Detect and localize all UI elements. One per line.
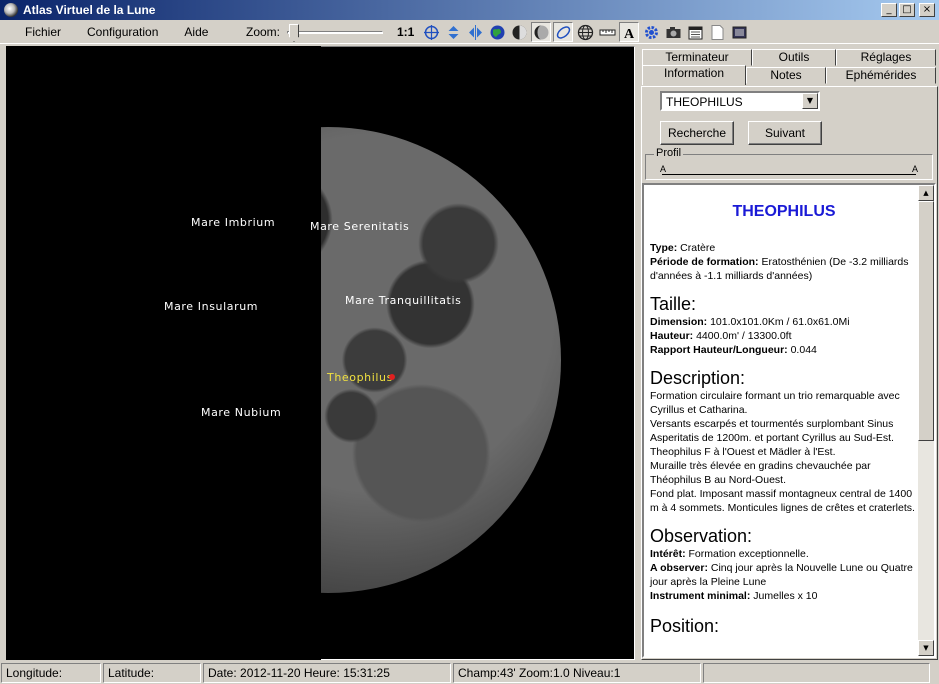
info-hauteur: Hauteur: 4400.0m' / 13300.0ft — [650, 330, 792, 342]
profil-marker-end: A — [911, 164, 918, 174]
svg-text:A: A — [624, 27, 635, 41]
flip-vertical-icon[interactable] — [443, 22, 463, 42]
tab-information[interactable]: Information — [642, 65, 746, 85]
ellipse-icon[interactable] — [553, 22, 573, 42]
map-label-mare-tranquillitatis[interactable]: Mare Tranquillitatis — [345, 294, 461, 307]
formation-select-value: THEOPHILUS — [666, 95, 743, 109]
profil-label: Profil — [654, 147, 684, 159]
next-button[interactable]: Suivant — [748, 121, 822, 145]
maximize-button[interactable]: □ — [899, 3, 915, 17]
moon-app-icon — [4, 3, 18, 17]
side-panel: Terminateur Outils Réglages Information … — [639, 46, 939, 660]
info-content: THEOPHILUS Type: Cratère Période de form… — [650, 193, 918, 637]
gear-icon[interactable] — [641, 22, 661, 42]
tab-notes[interactable]: Notes — [746, 67, 826, 84]
map-label-mare-nubium[interactable]: Mare Nubium — [201, 406, 281, 419]
zoom-value: 1:1 — [397, 25, 415, 39]
info-scrollbar[interactable]: ▲ ▼ — [918, 185, 934, 656]
menu-fichier[interactable]: Fichier — [12, 20, 74, 44]
tab-ephemerides[interactable]: Ephémérides — [826, 67, 936, 84]
map-label-mare-serenitatis[interactable]: Mare Serenitatis — [310, 220, 409, 233]
status-datetime: Date: 2012-11-20 Heure: 15:31:25 — [203, 663, 451, 683]
menu-configuration[interactable]: Configuration — [74, 20, 171, 44]
calendar-icon[interactable] — [685, 22, 705, 42]
document-icon[interactable] — [707, 22, 727, 42]
window-controls: _ □ × — [881, 3, 935, 17]
zoom-slider-thumb[interactable] — [289, 24, 299, 42]
scroll-thumb[interactable] — [918, 201, 934, 441]
theophilus-marker[interactable] — [389, 374, 395, 380]
ruler-icon[interactable] — [597, 22, 617, 42]
window-title: Atlas Virtuel de la Lune — [23, 3, 156, 17]
profil-marker-start: A — [660, 164, 667, 174]
description-line: Versants escarpés et tourmentés surplomb… — [650, 418, 894, 444]
status-champ: Champ:43' Zoom:1.0 Niveau:1 — [453, 663, 701, 683]
text-label-icon[interactable]: A — [619, 22, 639, 42]
status-bar: Longitude: Latitude: Date: 2012-11-20 He… — [0, 662, 939, 684]
zoom-slider-track — [287, 31, 383, 34]
chevron-down-icon[interactable]: ▼ — [802, 93, 818, 109]
toolbar: A — [421, 22, 749, 42]
tabs-row-bottom: Information Notes Ephémérides — [642, 65, 936, 85]
camera-icon[interactable] — [663, 22, 683, 42]
terminator-icon[interactable] — [531, 22, 551, 42]
info-rapport: Rapport Hauteur/Longueur: 0.044 — [650, 344, 817, 356]
scroll-down-button[interactable]: ▼ — [918, 640, 934, 656]
map-label-mare-insularum[interactable]: Mare Insularum — [164, 300, 258, 313]
info-title: THEOPHILUS — [732, 203, 836, 220]
map-label-theophilus[interactable]: Theophilus — [327, 371, 393, 384]
earth-icon[interactable] — [487, 22, 507, 42]
scroll-up-button[interactable]: ▲ — [918, 185, 934, 201]
window-icon[interactable] — [729, 22, 749, 42]
zoom-label: Zoom: — [246, 25, 281, 39]
position-heading: Position: — [650, 616, 720, 636]
flip-horizontal-icon[interactable] — [465, 22, 485, 42]
tab-reglages[interactable]: Réglages — [836, 49, 936, 66]
zoom-slider[interactable] — [287, 24, 383, 42]
formation-select[interactable]: THEOPHILUS ▼ — [660, 91, 820, 111]
description-heading: Description: — [650, 368, 746, 388]
tabs-row-top: Terminateur Outils Réglages — [642, 49, 936, 66]
tab-terminateur[interactable]: Terminateur — [642, 49, 752, 66]
menu-bar: Fichier Configuration Aide Zoom: 1:1 A — [0, 20, 939, 44]
status-latitude: Latitude: — [103, 663, 201, 683]
globe-grid-icon[interactable] — [575, 22, 595, 42]
info-type: Type: Cratère — [650, 242, 716, 254]
close-button[interactable]: × — [919, 3, 935, 17]
description-line: Formation circulaire formant un trio rem… — [650, 390, 900, 416]
map-label-mare-imbrium[interactable]: Mare Imbrium — [191, 216, 275, 229]
status-longitude: Longitude: — [1, 663, 101, 683]
description-line: Muraille très élevée en gradins chevauch… — [650, 460, 871, 486]
taille-heading: Taille: — [650, 294, 697, 314]
info-text-box[interactable]: THEOPHILUS Type: Cratère Période de form… — [642, 183, 936, 658]
description-line: Fond plat. Imposant massif montagneux ce… — [650, 488, 915, 514]
crosshair-icon[interactable] — [421, 22, 441, 42]
search-button[interactable]: Recherche — [660, 121, 734, 145]
moon-phase-icon[interactable] — [509, 22, 529, 42]
profil-line — [662, 174, 916, 175]
profil-group: Profil A A — [645, 147, 933, 180]
title-bar: Atlas Virtuel de la Lune _ □ × — [0, 0, 939, 20]
observation-heading: Observation: — [650, 526, 753, 546]
info-dimension: Dimension: 101.0x101.0Km / 61.0x61.0Mi — [650, 316, 850, 328]
description-line: Theophilus F à l'Ouest et Mädler à l'Est… — [650, 446, 836, 458]
status-empty — [703, 663, 930, 683]
info-instrument: Instrument minimal: Jumelles x 10 — [650, 590, 818, 602]
terminator-shadow — [6, 46, 321, 660]
menu-aide[interactable]: Aide — [171, 20, 221, 44]
info-period: Période de formation: Eratosthénien (De … — [650, 256, 909, 282]
minimize-button[interactable]: _ — [881, 3, 897, 17]
info-interet: Intérêt: Formation exceptionnelle. — [650, 548, 809, 560]
tab-outils[interactable]: Outils — [752, 49, 836, 66]
info-observer: A observer: Cinq jour après la Nouvelle … — [650, 562, 913, 588]
